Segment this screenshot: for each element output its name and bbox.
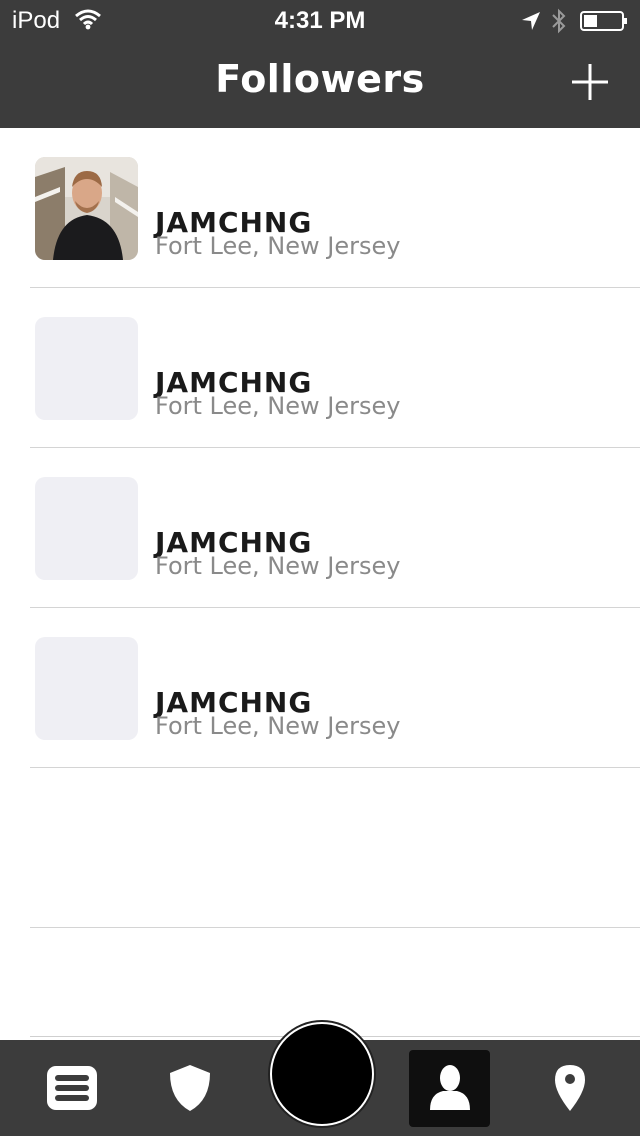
avatar-placeholder [35,317,138,420]
follower-row[interactable]: JAMCHNG Fort Lee, New Jersey [0,448,640,608]
empty-row [0,768,640,928]
menu-list-icon [47,1066,97,1110]
person-icon [429,1065,470,1110]
follower-row[interactable]: JAMCHNG Fort Lee, New Jersey [0,128,640,288]
avatar-placeholder [35,477,138,580]
plus-icon[interactable] [568,60,612,104]
center-action-button[interactable] [270,1022,374,1126]
avatar-placeholder [35,637,138,740]
avatar [35,157,138,260]
follower-row[interactable]: JAMCHNG Fort Lee, New Jersey [0,288,640,448]
shield-icon [170,1065,210,1111]
map-pin-icon [555,1065,585,1111]
followers-list: JAMCHNG Fort Lee, New Jersey JAMCHNG For… [0,128,640,928]
tab-profile[interactable] [409,1040,490,1136]
tab-feed[interactable] [32,1040,112,1136]
battery-icon [580,11,627,31]
follower-location: Fort Lee, New Jersey [155,392,401,420]
tab-shield[interactable] [150,1040,230,1136]
location-arrow-icon [522,12,540,30]
follower-location: Fort Lee, New Jersey [155,232,401,260]
status-time: 4:31 PM [274,7,366,34]
page-title: Followers [215,57,425,101]
bluetooth-icon [552,8,566,34]
tab-location[interactable] [530,1040,610,1136]
follower-location: Fort Lee, New Jersey [155,712,401,740]
follower-row[interactable]: JAMCHNG Fort Lee, New Jersey [0,608,640,768]
avatar-photo [35,157,138,260]
follower-location: Fort Lee, New Jersey [155,552,401,580]
status-bar: iPod 4:31 PM [0,0,640,40]
nav-bar: Followers [0,40,640,128]
